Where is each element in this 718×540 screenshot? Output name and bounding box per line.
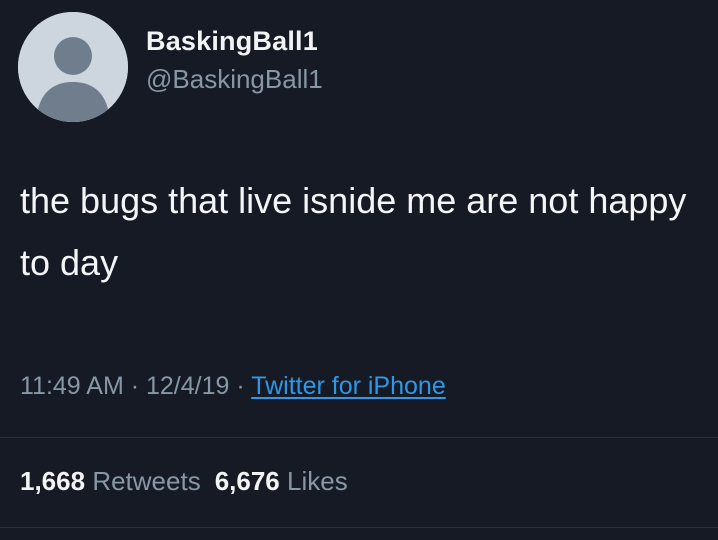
meta-separator: · xyxy=(123,372,146,400)
tweet-text: the bugs that live isnide me are not hap… xyxy=(20,180,687,283)
tweet-card: BaskingBall1 @BaskingBall1 the bugs that… xyxy=(0,0,718,540)
tweet-time[interactable]: 11:49 AM xyxy=(20,372,124,400)
tweet-meta: 11:49 AM · 12/4/19 · Twitter for iPhone xyxy=(20,372,446,401)
avatar[interactable] xyxy=(18,12,128,122)
likes-count: 6,676 xyxy=(214,466,280,496)
divider xyxy=(0,527,718,528)
retweets-count: 1,668 xyxy=(20,466,86,496)
divider xyxy=(0,437,718,438)
tweet-stats: 1,668 Retweets 6,676 Likes xyxy=(20,466,348,497)
meta-separator: · xyxy=(229,372,252,400)
user-handle[interactable]: @BaskingBall1 xyxy=(146,64,323,95)
retweets-label: Retweets xyxy=(92,466,201,496)
user-display-name[interactable]: BaskingBall1 xyxy=(146,26,318,57)
tweet-source-link[interactable]: Twitter for iPhone xyxy=(251,372,446,400)
likes-label: Likes xyxy=(287,466,348,496)
tweet-date[interactable]: 12/4/19 xyxy=(146,372,229,400)
retweets-stat[interactable]: 1,668 Retweets xyxy=(20,466,201,496)
default-profile-icon xyxy=(18,12,128,122)
likes-stat[interactable]: 6,676 Likes xyxy=(215,466,348,496)
